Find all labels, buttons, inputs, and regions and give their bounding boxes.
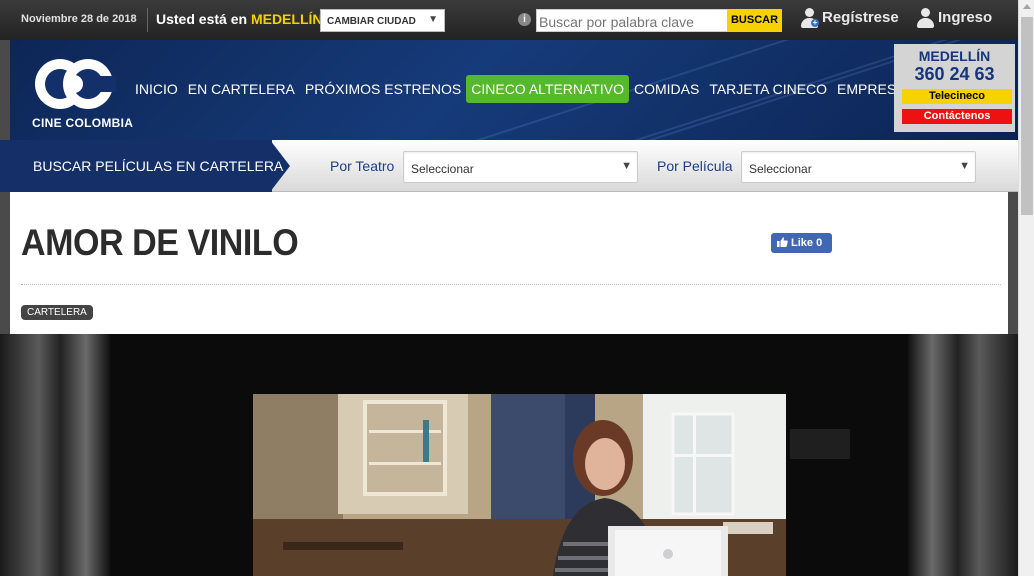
theater-select-value: Seleccionar: [411, 162, 474, 176]
add-user-icon: +: [800, 8, 819, 29]
trailer-video[interactable]: [253, 394, 786, 576]
trailer-stage: [0, 334, 1018, 576]
chevron-down-icon: ▼: [621, 160, 632, 172]
divider: [21, 284, 1001, 285]
menu-item-tarjeta-cineco[interactable]: TARJETA CINECO: [704, 75, 832, 103]
scroll-up-arrow-icon[interactable]: [1023, 4, 1031, 9]
telecineco-button[interactable]: Telecineco: [902, 89, 1012, 104]
theater-select[interactable]: Seleccionar ▼: [403, 151, 638, 183]
thumbs-up-icon: [777, 237, 788, 247]
city-select-label: CAMBIAR CIUDAD: [327, 16, 416, 27]
current-location: Usted está en MEDELLÍN: [156, 11, 323, 27]
menu-item-comidas[interactable]: COMIDAS: [629, 75, 704, 103]
contact-us-button[interactable]: Contáctenos: [902, 109, 1012, 124]
contact-city: MEDELLÍN: [918, 48, 991, 64]
logo-text: CINE COLOMBIA: [32, 116, 134, 130]
page-scrollbar[interactable]: [1018, 0, 1034, 576]
location-prefix: Usted está en: [156, 11, 248, 27]
right-curtain: [908, 334, 1018, 576]
scrollbar-thumb[interactable]: [1021, 17, 1033, 215]
main-menu: INICIO EN CARTELERA PRÓXIMOS ESTRENOS CI…: [130, 75, 942, 103]
search-button[interactable]: BUSCAR: [727, 9, 782, 32]
movie-filter-label: Por Película: [657, 158, 733, 174]
movie-filter-bar: BUSCAR PELÍCULAS EN CARTELERA Por Teatro…: [0, 140, 1018, 192]
city-select[interactable]: CAMBIAR CIUDAD ▼: [320, 9, 445, 32]
stage-panel: [790, 429, 850, 459]
menu-item-proximos-estrenos[interactable]: PRÓXIMOS ESTRENOS: [300, 75, 466, 103]
contact-phone: 360 24 63: [914, 64, 995, 84]
page-title: AMOR DE VINILO: [21, 222, 299, 263]
contact-box: MEDELLÍN 360 24 63 Telecineco Contácteno…: [894, 44, 1015, 132]
login-link[interactable]: Ingreso: [916, 8, 992, 30]
divider: [147, 8, 148, 32]
current-date: Noviembre 28 de 2018: [21, 13, 137, 25]
movie-detail: AMOR DE VINILO Like 0 CARTELERA: [10, 192, 1008, 334]
chevron-down-icon: ▼: [428, 14, 438, 25]
menu-item-cineco-alternativo[interactable]: CINECO ALTERNATIVO: [466, 75, 629, 103]
search-input[interactable]: [536, 9, 728, 32]
menu-item-inicio[interactable]: INICIO: [130, 75, 183, 103]
trailer-frame-image: [253, 394, 786, 576]
chevron-down-icon: ▼: [959, 160, 970, 172]
movie-select[interactable]: Seleccionar ▼: [741, 151, 976, 183]
facebook-like-button[interactable]: Like 0: [771, 233, 832, 253]
menu-item-en-cartelera[interactable]: EN CARTELERA: [183, 75, 300, 103]
theater-filter-label: Por Teatro: [330, 158, 395, 174]
movie-select-value: Seleccionar: [749, 162, 812, 176]
city-name: MEDELLÍN: [250, 11, 323, 27]
info-icon[interactable]: i: [518, 13, 531, 26]
main-header: CINE COLOMBIA INICIO EN CARTELERA PRÓXIM…: [10, 40, 1018, 140]
login-label: Ingreso: [938, 9, 993, 26]
register-label: Regístrese: [822, 9, 899, 26]
category-tag[interactable]: CARTELERA: [21, 305, 93, 320]
left-curtain: [0, 334, 110, 576]
user-icon: [916, 8, 934, 29]
filter-title: BUSCAR PELÍCULAS EN CARTELERA: [33, 158, 284, 174]
top-bar: Noviembre 28 de 2018 Usted está en MEDEL…: [0, 0, 1018, 40]
like-count: Like 0: [791, 237, 823, 249]
register-link[interactable]: + Regístrese: [800, 8, 899, 30]
